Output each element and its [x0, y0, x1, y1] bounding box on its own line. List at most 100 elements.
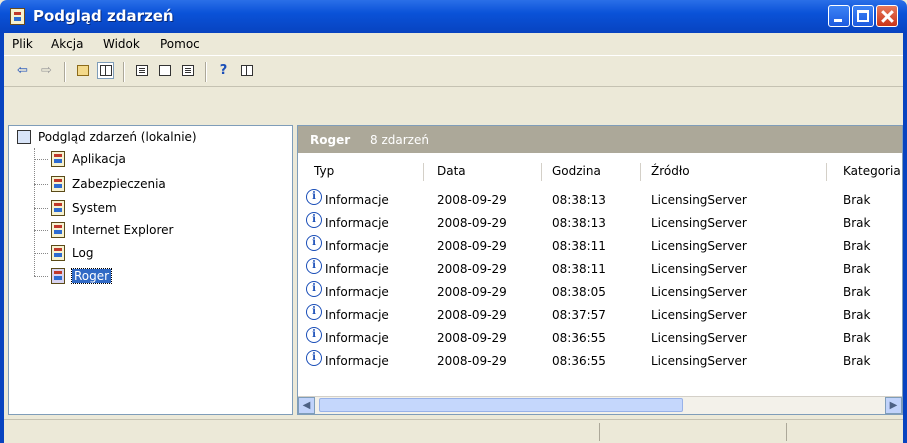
information-icon: i — [306, 304, 322, 320]
tree-line — [34, 253, 48, 254]
forward-arrow-icon[interactable]: ⇨ — [38, 62, 55, 79]
scroll-right-button[interactable]: ▶ — [885, 397, 902, 414]
cell-zrodlo: LicensingServer — [651, 262, 747, 276]
cell-zrodlo: LicensingServer — [651, 331, 747, 345]
scroll-left-button[interactable]: ◀ — [298, 397, 315, 414]
cell-typ: Informacje — [325, 216, 389, 230]
table-row[interactable]: i Informacje 2008-09-29 08:37:57 Licensi… — [298, 303, 902, 326]
show-hide-tree-icon[interactable] — [97, 62, 114, 79]
column-divider[interactable] — [640, 163, 641, 181]
cell-data: 2008-09-29 — [437, 193, 507, 207]
scroll-thumb[interactable] — [319, 398, 683, 412]
menu-plik[interactable]: Plik — [12, 37, 33, 51]
cell-godzina: 08:38:05 — [552, 285, 606, 299]
cell-godzina: 08:36:55 — [552, 354, 606, 368]
properties-icon[interactable] — [133, 62, 150, 79]
event-viewer-icon — [10, 8, 25, 25]
cell-kategoria: Brak — [843, 193, 871, 207]
up-folder-icon[interactable] — [74, 62, 91, 79]
log-icon — [51, 176, 65, 192]
table-row[interactable]: i Informacje 2008-09-29 08:38:11 Licensi… — [298, 257, 902, 280]
cell-data: 2008-09-29 — [437, 308, 507, 322]
table-row[interactable]: i Informacje 2008-09-29 08:36:55 Licensi… — [298, 326, 902, 349]
tree-item-log[interactable]: Log — [51, 245, 93, 261]
column-divider[interactable] — [423, 163, 424, 181]
details-header: Roger 8 zdarzeń — [298, 126, 902, 153]
status-bar — [4, 419, 903, 443]
cell-typ: Informacje — [325, 308, 389, 322]
toolbar: ⇦ ⇨ ? — [4, 55, 903, 87]
toolbar-separator — [64, 62, 66, 82]
event-count: 8 zdarzeń — [370, 133, 429, 147]
tree-item-system[interactable]: System — [51, 200, 117, 216]
tree-line — [34, 230, 48, 231]
cell-zrodlo: LicensingServer — [651, 354, 747, 368]
cell-data: 2008-09-29 — [437, 285, 507, 299]
tree-item-roger[interactable]: Roger — [51, 268, 113, 284]
table-row[interactable]: i Informacje 2008-09-29 08:38:13 Licensi… — [298, 211, 902, 234]
cell-kategoria: Brak — [843, 331, 871, 345]
tree-root[interactable]: Podgląd zdarzeń (lokalnie) — [17, 130, 197, 144]
toolbar-separator — [205, 62, 207, 82]
menu-akcja[interactable]: Akcja — [51, 37, 83, 51]
computer-icon — [17, 130, 31, 144]
cell-godzina: 08:38:11 — [552, 262, 606, 276]
menu-pomoc[interactable]: Pomoc — [160, 37, 200, 51]
cell-data: 2008-09-29 — [437, 331, 507, 345]
back-arrow-icon[interactable]: ⇦ — [14, 62, 31, 79]
table-row[interactable]: i Informacje 2008-09-29 08:38:11 Licensi… — [298, 234, 902, 257]
menu-widok[interactable]: Widok — [103, 37, 140, 51]
log-icon — [51, 268, 65, 284]
window-frame-right — [903, 33, 907, 443]
toolbar-separator — [123, 62, 125, 82]
cell-kategoria: Brak — [843, 354, 871, 368]
table-row[interactable]: i Informacje 2008-09-29 08:38:05 Licensi… — [298, 280, 902, 303]
title-bar[interactable]: Podgląd zdarzeń — [0, 0, 907, 33]
cell-godzina: 08:38:13 — [552, 193, 606, 207]
cell-typ: Informacje — [325, 193, 389, 207]
horizontal-scrollbar[interactable]: ◀ ▶ — [298, 396, 902, 414]
show-hide-action-pane-icon[interactable] — [238, 62, 255, 79]
table-row[interactable]: i Informacje 2008-09-29 08:36:55 Licensi… — [298, 349, 902, 372]
log-icon — [51, 245, 65, 261]
column-divider[interactable] — [541, 163, 542, 181]
tree-item-zabezpieczenia[interactable]: Zabezpieczenia — [51, 176, 166, 192]
cell-godzina: 08:37:57 — [552, 308, 606, 322]
console-tree[interactable]: Podgląd zdarzeń (lokalnie) Aplikacja Zab… — [8, 125, 293, 415]
cell-typ: Informacje — [325, 239, 389, 253]
tree-line — [34, 184, 48, 185]
cell-data: 2008-09-29 — [437, 262, 507, 276]
tree-item-internet-explorer[interactable]: Internet Explorer — [51, 222, 173, 238]
tree-root-label: Podgląd zdarzeń (lokalnie) — [38, 130, 197, 144]
window-title: Podgląd zdarzeń — [33, 7, 174, 25]
information-icon: i — [306, 258, 322, 274]
cell-kategoria: Brak — [843, 262, 871, 276]
column-header-kategoria[interactable]: Kategoria — [843, 164, 901, 178]
cell-zrodlo: LicensingServer — [651, 285, 747, 299]
tree-item-label: Log — [72, 246, 94, 260]
refresh-icon[interactable] — [156, 62, 173, 79]
table-row[interactable]: i Informacje 2008-09-29 08:38:13 Licensi… — [298, 188, 902, 211]
maximize-button[interactable] — [852, 5, 874, 27]
information-icon: i — [306, 327, 322, 343]
column-header-zrodlo[interactable]: Źródło — [651, 164, 690, 178]
information-icon: i — [306, 235, 322, 251]
tree-line — [34, 208, 48, 209]
cell-typ: Informacje — [325, 285, 389, 299]
close-button[interactable] — [876, 5, 898, 27]
cell-data: 2008-09-29 — [437, 354, 507, 368]
column-header-data[interactable]: Data — [437, 164, 466, 178]
window-frame-left — [0, 33, 4, 443]
column-header-typ[interactable]: Typ — [314, 164, 334, 178]
export-list-icon[interactable] — [179, 62, 196, 79]
minimize-button[interactable] — [828, 5, 850, 27]
help-icon[interactable]: ? — [215, 62, 232, 79]
column-header-godzina[interactable]: Godzina — [552, 164, 601, 178]
tree-item-label: Zabezpieczenia — [72, 177, 166, 191]
cell-typ: Informacje — [325, 331, 389, 345]
status-divider — [599, 423, 600, 441]
column-divider[interactable] — [826, 163, 827, 181]
tree-item-label: System — [72, 201, 117, 215]
tree-item-aplikacja[interactable]: Aplikacja — [51, 151, 126, 167]
information-icon: i — [306, 281, 322, 297]
